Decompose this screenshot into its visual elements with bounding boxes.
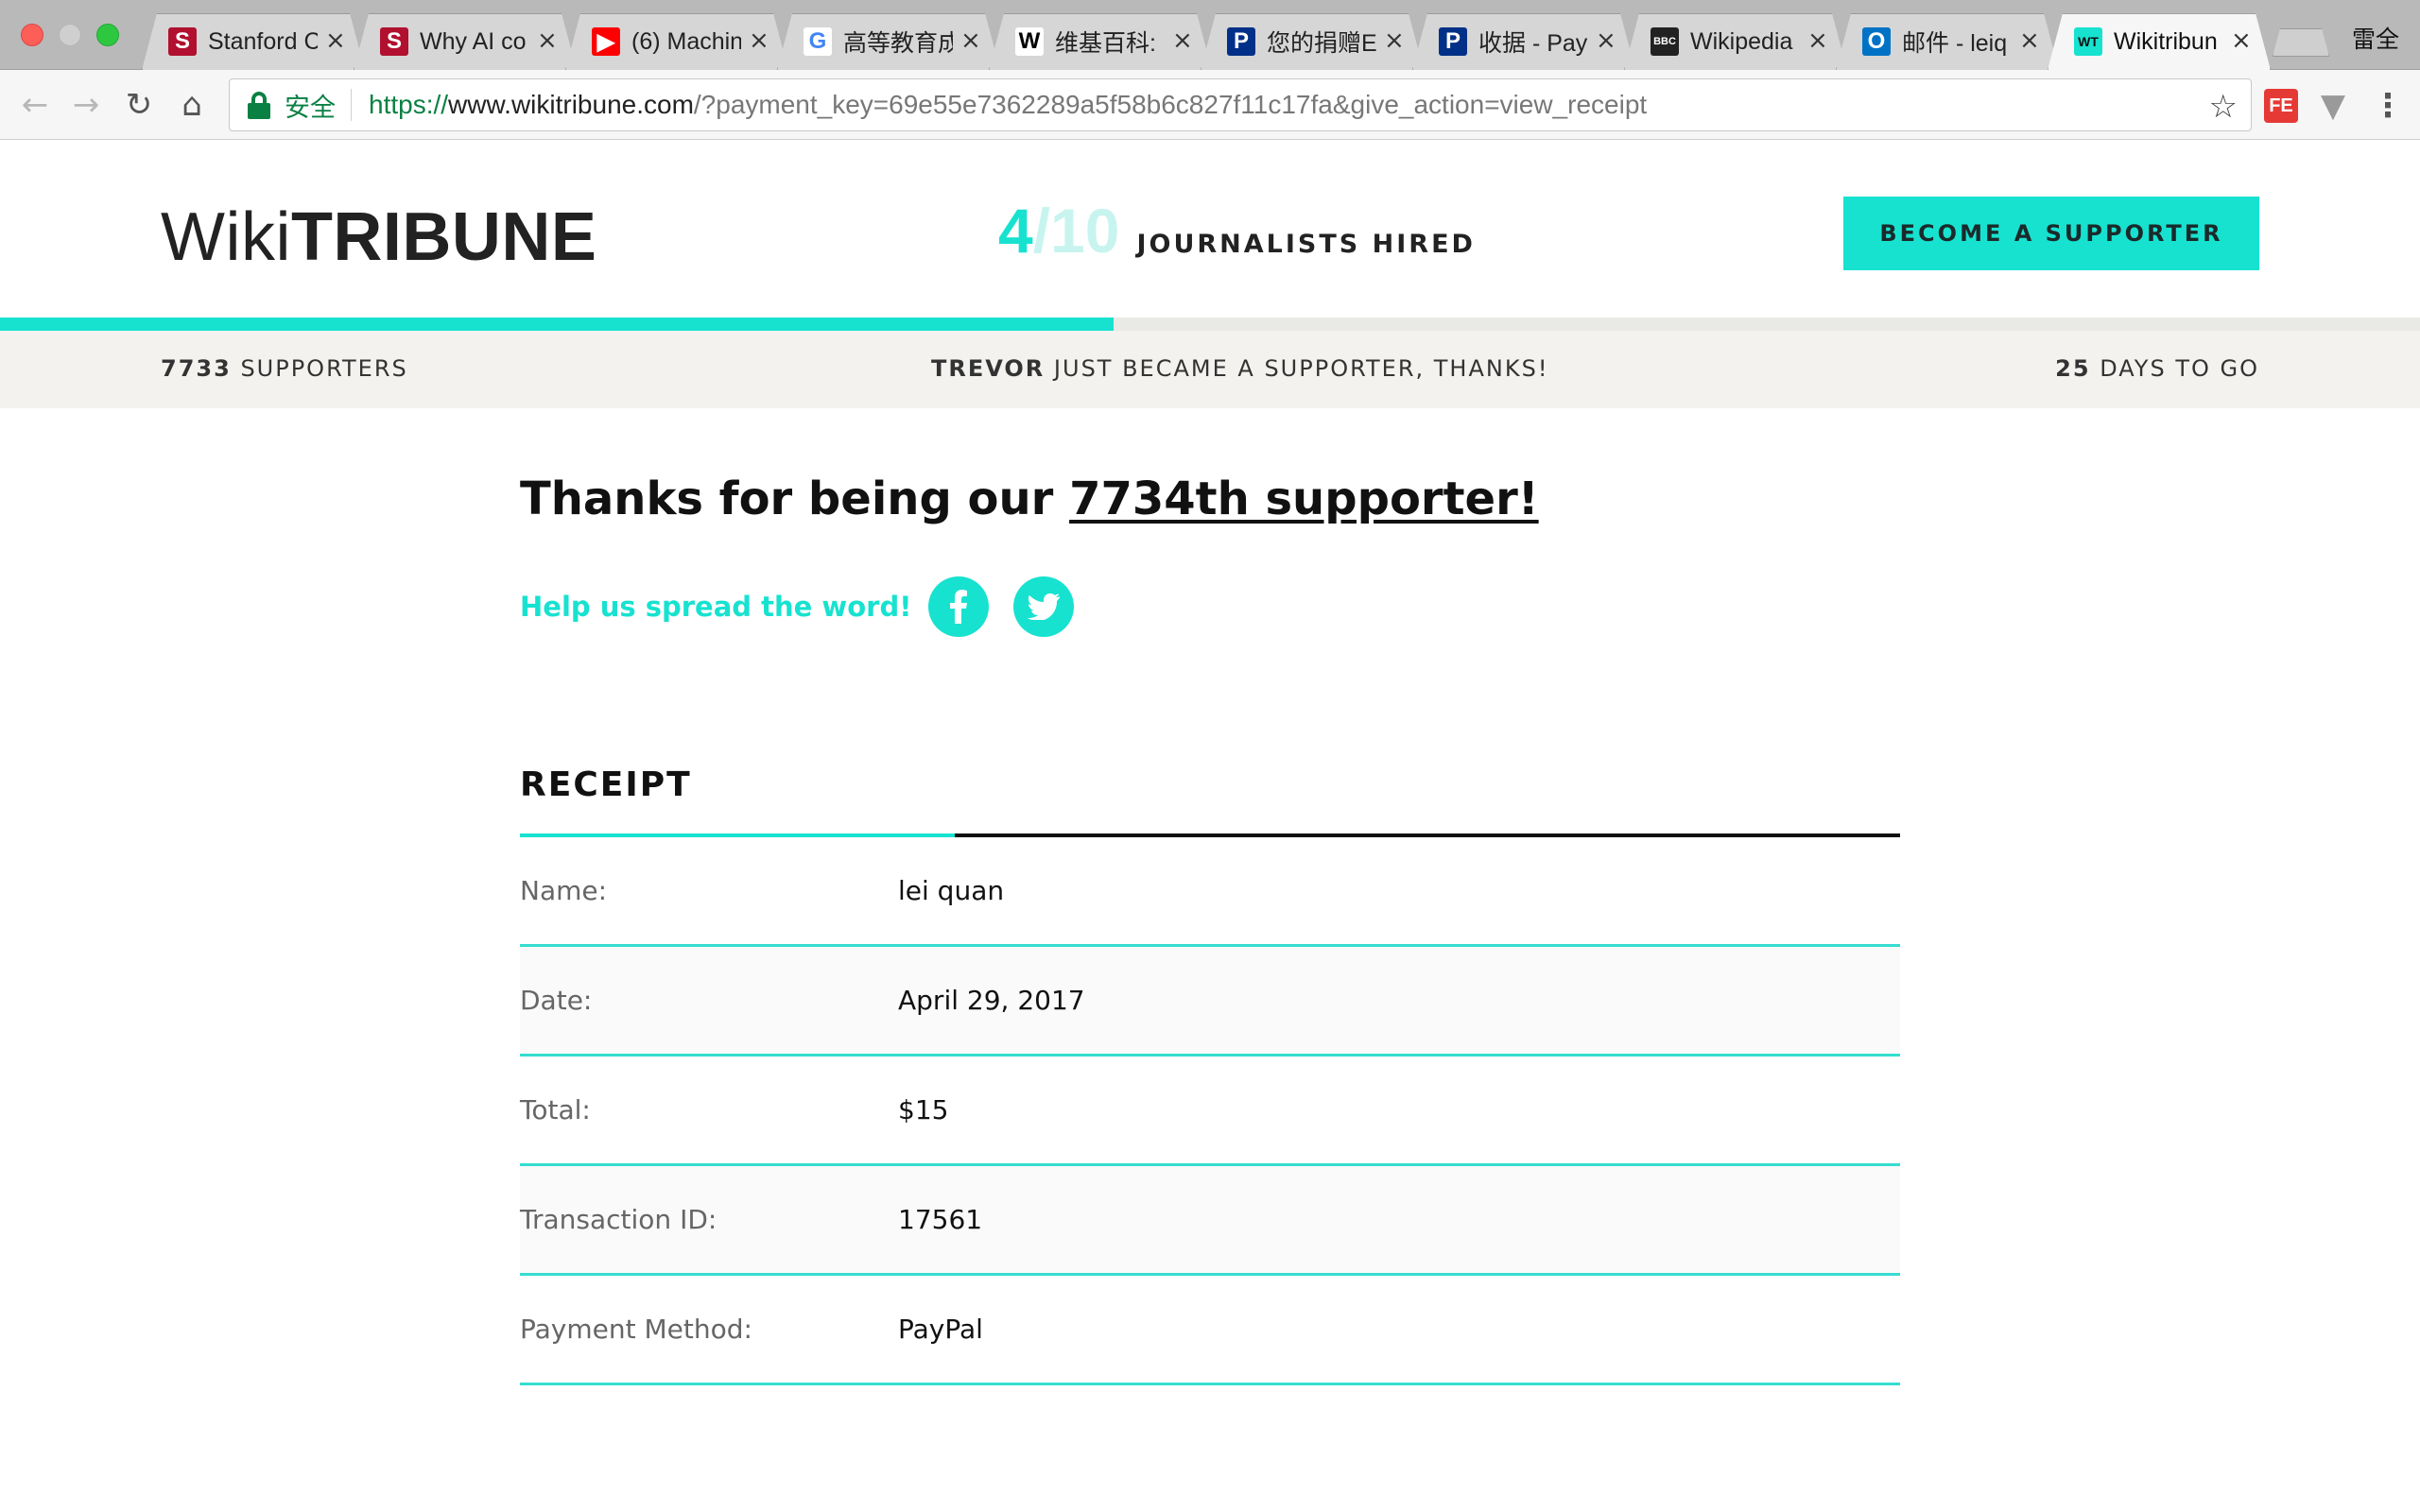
receipt-row: Date: April 29, 2017 xyxy=(520,947,1900,1057)
browser-tab-content[interactable]: S Stanford C xyxy=(142,13,318,70)
receipt-table: Name: lei quan Date: April 29, 2017 Total: $1… xyxy=(520,837,1900,1385)
browser-tabstrip: S Stanford C × S Why AI co × ▶ (6) Machin × G 高等教育… xyxy=(0,0,2420,70)
receipt-label: Payment Method: xyxy=(520,1314,752,1345)
site-header: WikiTRIBUNE 4 /10 JOURNALISTS HIRED BECO… xyxy=(0,140,2420,319)
reload-icon[interactable]: ↻ xyxy=(121,86,157,124)
twitter-icon[interactable] xyxy=(1013,576,1075,637)
bookmark-star-icon[interactable]: ☆ xyxy=(2209,88,2238,126)
supporter-number-link[interactable]: 7734th supporter! xyxy=(1069,472,1539,525)
page: WikiTRIBUNE 4 /10 JOURNALISTS HIRED BECO… xyxy=(0,140,2420,1512)
receipt-value: 17561 xyxy=(898,1204,983,1235)
tab-favicon-icon: S xyxy=(168,27,197,56)
journalists-hired-counter: 4 /10 JOURNALISTS HIRED xyxy=(998,195,1476,266)
hired-total: /10 xyxy=(1032,196,1120,266)
spread-the-word-text: Help us spread the word! xyxy=(520,591,912,623)
receipt-value: $15 xyxy=(898,1094,949,1125)
lock-icon xyxy=(247,90,271,120)
receipt-value: PayPal xyxy=(898,1314,983,1345)
thanks-heading: Thanks for being our 7734th supporter! xyxy=(520,472,1539,525)
facebook-icon[interactable] xyxy=(928,576,990,637)
receipt-value: lei quan xyxy=(898,875,1005,906)
minimize-window-button[interactable] xyxy=(59,24,81,46)
secure-label: 安全 xyxy=(285,93,336,123)
hired-count: 4 xyxy=(998,196,1033,266)
back-icon[interactable]: ← xyxy=(17,86,53,124)
recent-supporter-stat: TREVOR JUST BECAME A SUPPORTER, THANKS! xyxy=(931,355,1549,382)
receipt-row: Payment Method: PayPal xyxy=(520,1276,1900,1385)
stats-bar: 7733 SUPPORTERS TREVOR JUST BECAME A SUP… xyxy=(0,331,2420,408)
url-text[interactable]: https://www.wikitribune.com/?payment_key… xyxy=(369,90,1647,120)
receipt-label: Total: xyxy=(520,1094,591,1125)
site-logo[interactable]: WikiTRIBUNE xyxy=(161,198,596,276)
receipt-row: Name: lei quan xyxy=(520,837,1900,947)
receipt-label: Date: xyxy=(520,985,593,1016)
share-section: Help us spread the word! xyxy=(520,576,1098,637)
receipt-label: Name: xyxy=(520,875,608,906)
receipt-title: RECEIPT xyxy=(520,765,692,804)
browser-toolbar: ← → ↻ ⌂ 安全 https://www.wikitribune.com/?… xyxy=(0,70,2420,140)
days-to-go-stat: 25 DAYS TO GO xyxy=(2055,355,2259,382)
zoom-window-button[interactable] xyxy=(96,24,119,46)
tab-title: Stanford C xyxy=(208,27,318,55)
funding-progress-fill xyxy=(0,318,1114,331)
close-window-button[interactable] xyxy=(21,24,43,46)
extension-v-icon[interactable]: ▼ xyxy=(2316,87,2350,125)
receipt-value: April 29, 2017 xyxy=(898,985,1085,1016)
receipt-label: Transaction ID: xyxy=(520,1204,717,1235)
forward-icon[interactable]: → xyxy=(68,86,104,124)
become-supporter-button[interactable]: BECOME A SUPPORTER xyxy=(1843,197,2259,270)
tab-close-icon[interactable]: × xyxy=(2231,26,2407,55)
home-icon[interactable]: ⌂ xyxy=(174,86,210,124)
receipt-row: Total: $15 xyxy=(520,1057,1900,1166)
funding-progress-bar xyxy=(0,318,2420,331)
address-bar[interactable]: 安全 https://www.wikitribune.com/?payment_… xyxy=(229,78,2252,131)
receipt-row: Transaction ID: 17561 xyxy=(520,1166,1900,1276)
browser-menu-icon[interactable]: ⋮ xyxy=(2371,87,2405,125)
url-divider xyxy=(351,89,352,121)
hired-label: JOURNALISTS HIRED xyxy=(1136,230,1476,259)
supporters-stat: 7733 SUPPORTERS xyxy=(161,355,408,382)
extension-fe-icon[interactable]: FE xyxy=(2264,89,2298,123)
